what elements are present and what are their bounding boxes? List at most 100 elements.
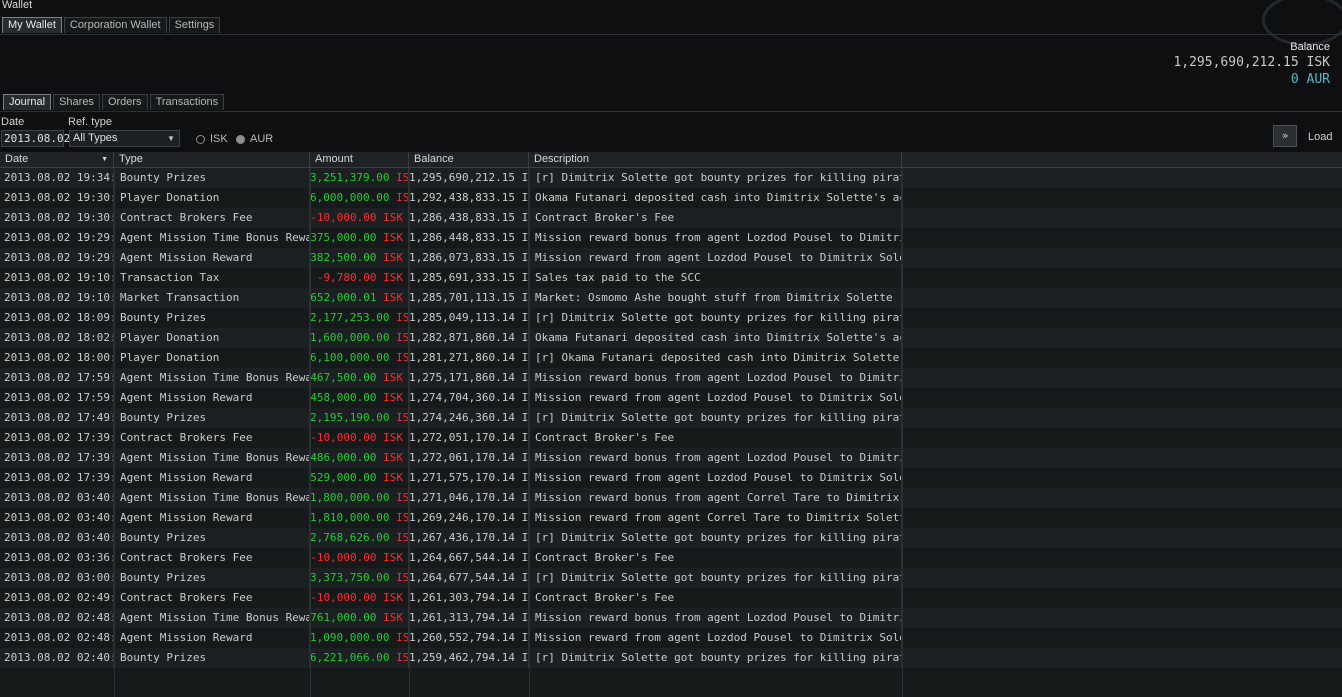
column-header-balance[interactable]: Balance — [409, 152, 529, 167]
cell-amount: -10,000.00 ISK — [310, 208, 409, 228]
table-row[interactable]: 2013.08.02 17:59:52Agent Mission Time Bo… — [0, 368, 1342, 388]
table-row[interactable]: 2013.08.02 03:40:30Agent Mission Reward1… — [0, 508, 1342, 528]
table-row[interactable]: 2013.08.02 17:39:11Agent Mission Time Bo… — [0, 448, 1342, 468]
table-row[interactable]: 2013.08.02 18:09:15Bounty Prizes2,177,25… — [0, 308, 1342, 328]
cell-description: Mission reward bonus from agent Correl T… — [529, 488, 902, 508]
date-input[interactable]: 2013.08.02 — [1, 130, 70, 147]
cell-description: Market: Osmomo Ashe bought stuff from Di… — [529, 288, 902, 308]
table-row[interactable]: 2013.08.02 02:40:08Bounty Prizes6,221,06… — [0, 648, 1342, 668]
cell-type: Agent Mission Reward — [114, 628, 310, 648]
cell-description: [r] Dimitrix Solette got bounty prizes f… — [529, 168, 902, 188]
column-header-date[interactable]: Date ▼ — [0, 152, 114, 167]
cell-date: 2013.08.02 19:34:56 — [0, 168, 114, 188]
table-row[interactable]: 2013.08.02 18:00:30Player Donation6,100,… — [0, 348, 1342, 368]
tab-settings[interactable]: Settings — [168, 17, 221, 33]
cell-amount: 486,000.00 ISK — [310, 448, 409, 468]
cell-balance: 1,282,871,860.14 ISK — [409, 328, 529, 348]
amount-currency: ISK — [383, 551, 403, 564]
tab-journal[interactable]: Journal — [3, 94, 52, 110]
table-row[interactable]: 2013.08.02 02:49:13Contract Brokers Fee-… — [0, 588, 1342, 608]
cell-date: 2013.08.02 18:00:30 — [0, 348, 114, 368]
cell-type: Agent Mission Reward — [114, 508, 310, 528]
table-row[interactable]: 2013.08.02 17:59:52Agent Mission Reward4… — [0, 388, 1342, 408]
radio-isk[interactable]: ISK — [196, 133, 228, 145]
table-row[interactable]: 2013.08.02 19:30:19Player Donation6,000,… — [0, 188, 1342, 208]
cell-amount: 3,373,750.00 ISK — [310, 568, 409, 588]
cell-balance: 1,267,436,170.14 ISK — [409, 528, 529, 548]
cell-date: 2013.08.02 17:39:11 — [0, 448, 114, 468]
amount-value: 3,251,379.00 — [310, 171, 390, 184]
amount-currency: ISK — [383, 431, 403, 444]
tab-shares[interactable]: Shares — [53, 94, 100, 110]
cell-description: [r] Dimitrix Solette got bounty prizes f… — [529, 648, 902, 668]
amount-currency: ISK — [396, 491, 409, 504]
cell-description: [r] Dimitrix Solette got bounty prizes f… — [529, 408, 902, 428]
amount-value: 458,000.00 — [310, 391, 377, 404]
wallet-tabs: My Wallet Corporation Wallet Settings — [2, 17, 222, 33]
cell-description: Contract Broker's Fee — [529, 588, 902, 608]
table-row[interactable]: 2013.08.02 19:29:27Agent Mission Reward3… — [0, 248, 1342, 268]
table-row[interactable]: 2013.08.02 03:36:29Contract Brokers Fee-… — [0, 548, 1342, 568]
column-header-type[interactable]: Type — [114, 152, 310, 167]
radio-isk-label: ISK — [210, 133, 228, 145]
table-row[interactable]: 2013.08.02 03:00:08Bounty Prizes3,373,75… — [0, 568, 1342, 588]
amount-value: 529,000.00 — [310, 471, 377, 484]
table-row[interactable]: 2013.08.02 02:48:52Agent Mission Time Bo… — [0, 608, 1342, 628]
double-chevron-right-icon: » — [1281, 129, 1289, 142]
table-row[interactable]: 2013.08.02 18:02:05Player Donation1,600,… — [0, 328, 1342, 348]
cell-balance: 1,272,061,170.14 ISK — [409, 448, 529, 468]
chevron-down-icon: ▼ — [167, 134, 175, 143]
balance-label: Balance — [1290, 41, 1330, 53]
amount-value: 2,177,253.00 — [310, 311, 390, 324]
amount-currency: ISK — [383, 231, 403, 244]
amount-currency: ISK — [396, 331, 409, 344]
table-row[interactable]: 2013.08.02 19:10:01Transaction Tax-9,780… — [0, 268, 1342, 288]
amount-currency: ISK — [383, 271, 403, 284]
column-divider — [114, 168, 115, 697]
amount-currency: ISK — [396, 191, 409, 204]
cell-description: Mission reward bonus from agent Lozdod P… — [529, 448, 902, 468]
window-title: Wallet — [2, 0, 33, 11]
amount-currency: ISK — [383, 591, 403, 604]
table-empty-area — [0, 668, 1342, 697]
table-row[interactable]: 2013.08.02 02:48:52Agent Mission Reward1… — [0, 628, 1342, 648]
cell-amount: 529,000.00 ISK — [310, 468, 409, 488]
cell-balance: 1,295,690,212.15 ISK — [409, 168, 529, 188]
cell-type: Bounty Prizes — [114, 528, 310, 548]
table-row[interactable]: 2013.08.02 19:34:56Bounty Prizes3,251,37… — [0, 168, 1342, 188]
table-row[interactable]: 2013.08.02 19:29:27Agent Mission Time Bo… — [0, 228, 1342, 248]
tab-transactions[interactable]: Transactions — [149, 94, 225, 110]
cell-description: Mission reward bonus from agent Lozdod P… — [529, 368, 902, 388]
cell-date: 2013.08.02 03:00:08 — [0, 568, 114, 588]
table-body: 2013.08.02 19:34:56 Bounty Prizes 3,251,37… — [0, 168, 1342, 668]
reftype-select[interactable]: All Types ▼ — [69, 130, 180, 147]
table-row[interactable]: 2013.08.02 03:40:30Agent Mission Time Bo… — [0, 488, 1342, 508]
cell-description: Mission reward from agent Lozdod Pousel … — [529, 388, 902, 408]
cell-date: 2013.08.02 18:09:15 — [0, 308, 114, 328]
tab-corporation-wallet[interactable]: Corporation Wallet — [63, 17, 167, 33]
cell-date: 2013.08.02 19:29:27 — [0, 228, 114, 248]
cell-amount: 467,500.00 ISK — [310, 368, 409, 388]
table-row[interactable]: 2013.08.02 17:49:14Bounty Prizes2,195,19… — [0, 408, 1342, 428]
table-row[interactable]: 2013.08.02 03:40:10Bounty Prizes2,768,62… — [0, 528, 1342, 548]
cell-date: 2013.08.02 19:30:16 — [0, 208, 114, 228]
tab-orders[interactable]: Orders — [101, 94, 148, 110]
load-button[interactable]: » — [1273, 125, 1297, 147]
cell-balance: 1,285,049,113.14 ISK — [409, 308, 529, 328]
tab-my-wallet[interactable]: My Wallet — [2, 17, 62, 33]
table-row[interactable]: 2013.08.02 17:39:44Contract Brokers Fee-… — [0, 428, 1342, 448]
amount-currency: ISK — [383, 371, 403, 384]
cell-description: [r] Dimitrix Solette got bounty prizes f… — [529, 308, 902, 328]
table-row[interactable]: 2013.08.02 19:10:01Market Transaction652… — [0, 288, 1342, 308]
background-logo — [1262, 0, 1342, 46]
cell-date: 2013.08.02 17:59:52 — [0, 388, 114, 408]
table-row[interactable]: 2013.08.02 19:30:16Contract Brokers Fee-… — [0, 208, 1342, 228]
column-header-description[interactable]: Description — [529, 152, 902, 167]
cell-type: Bounty Prizes — [114, 408, 310, 428]
amount-currency: ISK — [383, 391, 403, 404]
cell-description: Okama Futanari deposited cash into Dimit… — [529, 328, 902, 348]
table-row[interactable]: 2013.08.02 17:39:11Agent Mission Reward5… — [0, 468, 1342, 488]
radio-aur[interactable]: AUR — [236, 133, 273, 145]
column-header-amount[interactable]: Amount — [310, 152, 409, 167]
divider — [0, 34, 1342, 35]
